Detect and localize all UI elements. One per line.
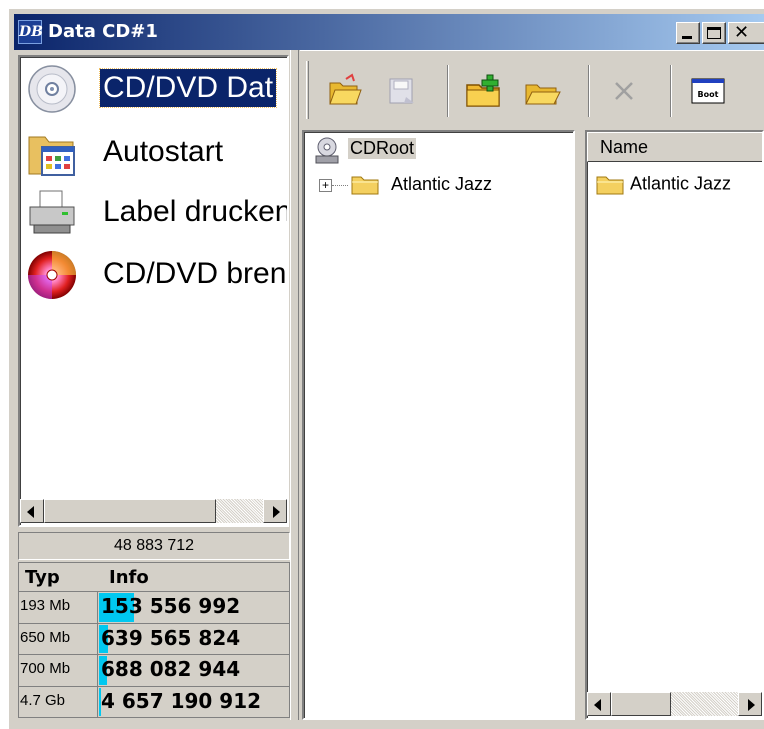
scroll-right-button[interactable] (263, 499, 287, 523)
panel-splitter[interactable] (290, 50, 299, 720)
nav-list: CD/DVD Dat Autostart Label drucken CD/DV… (18, 55, 289, 527)
maximize-icon (707, 27, 721, 39)
printer-icon (29, 190, 75, 234)
table-row[interactable]: 193 Mb 153 556 992 (18, 592, 290, 624)
nav-item-burn[interactable]: CD/DVD brennen (24, 249, 287, 301)
minimize-icon (682, 36, 692, 39)
column-header-typ: Typ (25, 567, 60, 588)
file-name: Atlantic Jazz (630, 173, 732, 194)
table-row[interactable]: 650 Mb 639 565 824 (18, 623, 290, 655)
toolbar-grip[interactable] (306, 61, 309, 119)
toolbar-separator (670, 65, 672, 117)
save-project-icon[interactable] (382, 71, 422, 111)
column-header-info: Info (109, 567, 149, 588)
file-list: Name Atlantic Jazz (585, 130, 764, 720)
media-type: 700 Mb (19, 655, 98, 686)
maximize-button[interactable] (702, 22, 726, 44)
close-icon: ✕ (734, 22, 750, 43)
scroll-thumb[interactable] (611, 692, 671, 716)
cd-disc-icon (28, 65, 76, 113)
nav-item-label: Label drucken (103, 195, 289, 228)
boot-label: Boot (698, 90, 719, 99)
media-type: 193 Mb (19, 592, 98, 623)
toolbar: Boot (300, 50, 764, 126)
window-title: Data CD#1 (48, 21, 158, 42)
capacity-value: 153 556 992 (101, 594, 241, 618)
media-type: 4.7 Gb (19, 686, 98, 717)
nav-item-autostart[interactable]: Autostart (24, 127, 287, 179)
media-type: 650 Mb (19, 623, 98, 654)
add-files-icon[interactable] (522, 71, 562, 111)
scroll-left-button[interactable] (587, 692, 611, 716)
table-header: Typ Info (18, 562, 290, 592)
arrow-left-icon (594, 699, 601, 711)
capacity-value: 688 082 944 (101, 657, 241, 681)
scroll-left-button[interactable] (20, 499, 44, 523)
expand-icon[interactable]: + (319, 179, 332, 192)
capacity-value: 639 565 824 (101, 625, 241, 650)
arrow-right-icon (273, 506, 280, 518)
title-bar[interactable]: DB Data CD#1 ✕ (14, 14, 764, 50)
tree-node-label: Atlantic Jazz (391, 173, 493, 194)
tree-connector (332, 185, 348, 186)
nav-item-label: CD/DVD brennen (103, 257, 287, 290)
scroll-thumb[interactable] (44, 499, 216, 523)
minimize-button[interactable] (676, 22, 700, 44)
nav-item-data-cd[interactable]: CD/DVD Dat (24, 63, 287, 115)
column-header-name[interactable]: Name (587, 132, 762, 162)
tree-root-label[interactable]: CDRoot (348, 138, 417, 159)
toolbar-separator (447, 65, 449, 117)
arrow-left-icon (27, 506, 34, 518)
size-counter: 48 883 712 (18, 532, 290, 560)
autostart-folder-icon (28, 136, 75, 176)
toolbar-separator (588, 65, 590, 117)
tree-node[interactable]: Atlantic Jazz (350, 172, 492, 196)
folder-tree: CDRoot + Atlantic Jazz (302, 130, 575, 720)
burn-disc-icon (28, 251, 76, 299)
nav-item-print-label[interactable]: Label drucken (24, 187, 289, 239)
table-row[interactable]: 700 Mb 688 082 944 (18, 655, 290, 687)
nav-item-label: Autostart (103, 135, 224, 168)
files-horizontal-scrollbar[interactable] (587, 692, 762, 716)
folder-icon (596, 176, 624, 195)
nav-item-label: CD/DVD Dat (98, 68, 278, 108)
close-button[interactable]: ✕ (728, 22, 764, 44)
nav-horizontal-scrollbar[interactable] (20, 499, 287, 523)
new-folder-icon[interactable] (463, 71, 503, 111)
delete-icon[interactable] (604, 71, 644, 111)
table-row[interactable]: 4.7 Gb 4 657 190 912 (18, 686, 290, 718)
media-capacity-table: Typ Info 193 Mb 153 556 992 650 Mb 639 5… (18, 562, 290, 718)
folder-icon (351, 176, 379, 195)
scroll-right-button[interactable] (738, 692, 762, 716)
cd-root-icon (315, 137, 339, 164)
arrow-right-icon (748, 699, 755, 711)
open-project-icon[interactable] (324, 71, 364, 111)
list-item[interactable]: Atlantic Jazz (595, 172, 731, 196)
app-icon: DB (18, 20, 43, 44)
boot-icon[interactable]: Boot (688, 71, 728, 111)
capacity-value: 4 657 190 912 (101, 688, 262, 713)
